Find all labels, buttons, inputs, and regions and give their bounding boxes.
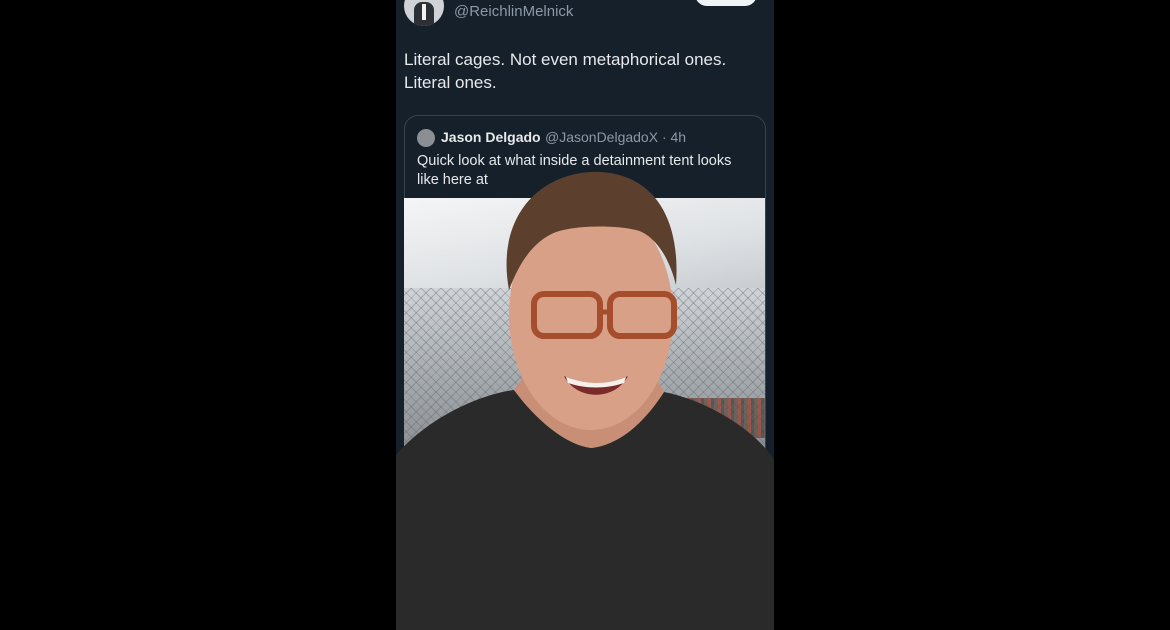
video-frame: @ReichlinMelnick Literal cages. Not even… [396, 0, 774, 630]
presenter-person [396, 171, 774, 630]
